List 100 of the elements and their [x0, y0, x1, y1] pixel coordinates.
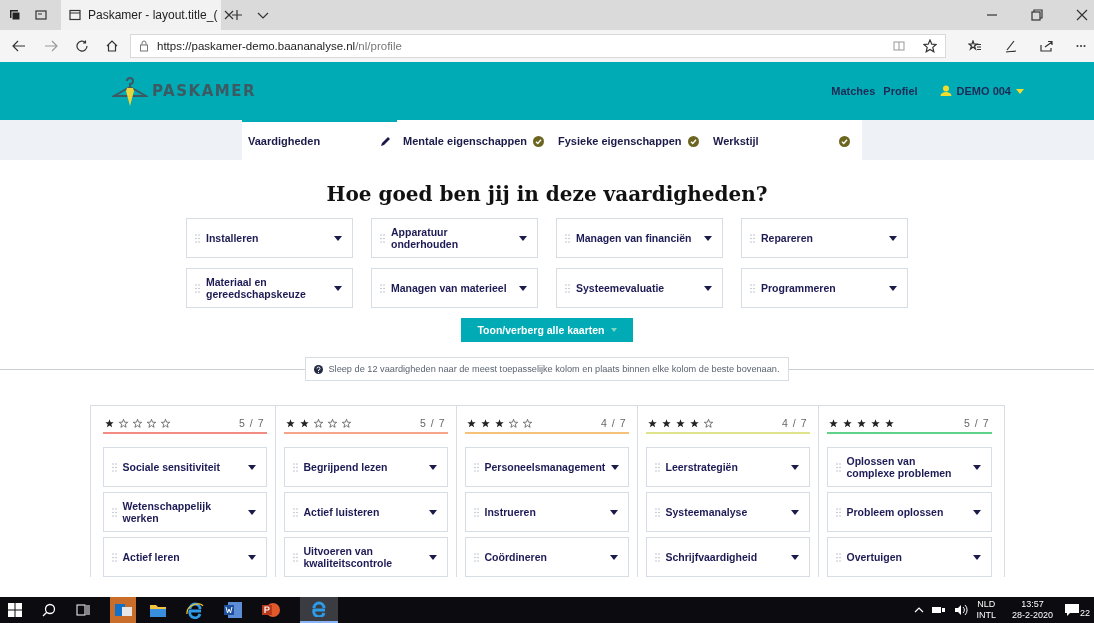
- notification-button[interactable]: 22: [1065, 602, 1090, 618]
- search-icon[interactable]: [42, 603, 56, 617]
- home-icon[interactable]: [106, 40, 118, 52]
- new-tab-icon[interactable]: [231, 9, 243, 21]
- close-icon[interactable]: [1076, 9, 1088, 21]
- url-text: https://paskamer-demo.baananalyse.nl/nl/profile: [157, 40, 402, 52]
- folder-icon[interactable]: [150, 603, 166, 617]
- caret-icon: [519, 285, 527, 291]
- skill-card[interactable]: Oplossen van complexe problemen: [826, 447, 992, 487]
- user-menu[interactable]: DEMO 004: [939, 85, 1024, 97]
- skill-card[interactable]: Wetenschappelijk werken: [102, 492, 267, 532]
- share-icon[interactable]: [1040, 40, 1054, 52]
- star-outline-icon: [341, 418, 351, 428]
- caret-icon: [790, 464, 799, 470]
- caret-icon: [609, 509, 618, 515]
- star-filled-icon: [675, 418, 685, 428]
- skill-card[interactable]: Managen van materieel: [371, 268, 538, 308]
- caret-icon: [428, 554, 437, 560]
- favorites-icon[interactable]: [968, 40, 982, 52]
- drag-handle-icon: [292, 507, 298, 517]
- skill-card[interactable]: Coördineren: [464, 537, 629, 577]
- skill-card[interactable]: Systeemanalyse: [645, 492, 810, 532]
- skill-card[interactable]: Overtuigen: [826, 537, 992, 577]
- step-tab[interactable]: Mentale eigenschappen: [397, 120, 552, 160]
- star-filled-icon: [104, 418, 114, 428]
- tabs-icon[interactable]: [9, 9, 21, 21]
- skill-card[interactable]: Installeren: [186, 218, 353, 258]
- hint-text: Sleep de 12 vaardigheden naar de meest toepasselijke kolom en plaats binnen elke kolom de beste bovenaan.: [328, 364, 780, 374]
- drag-handle-icon: [835, 552, 841, 562]
- taskbar-app[interactable]: [300, 597, 338, 623]
- skill-card[interactable]: Managen van financiën: [556, 218, 723, 258]
- chevron-up-icon[interactable]: [914, 607, 925, 613]
- drag-handle-icon: [654, 507, 660, 517]
- close-icon: [224, 10, 235, 20]
- column-count: 4 / 7: [782, 417, 808, 429]
- clock[interactable]: 13:57 28-2-2020: [1011, 599, 1053, 621]
- check-circle-icon: [687, 135, 699, 147]
- pen-icon[interactable]: [1004, 39, 1018, 53]
- skill-card[interactable]: Programmeren: [741, 268, 908, 308]
- drag-handle-icon: [195, 233, 200, 243]
- document-app-icon[interactable]: [224, 602, 242, 618]
- caret-icon: [1016, 88, 1024, 94]
- caret-icon: [247, 464, 256, 470]
- step-tab[interactable]: Vaardigheden: [242, 120, 397, 160]
- star-filled-icon: [856, 418, 866, 428]
- caret-icon: [704, 235, 712, 241]
- nav-link[interactable]: Matches: [831, 85, 876, 97]
- skill-card[interactable]: Probleem oplossen: [826, 492, 992, 532]
- drag-handle-icon: [835, 507, 841, 517]
- drag-handle-icon: [835, 462, 841, 472]
- skill-card[interactable]: Schrijfvaardigheid: [645, 537, 810, 577]
- check-circle-icon: [839, 135, 850, 147]
- skill-card[interactable]: Instrueren: [464, 492, 629, 532]
- restore-icon[interactable]: [1031, 9, 1043, 21]
- column-count: 5 / 7: [964, 417, 990, 429]
- skill-card[interactable]: Actief luisteren: [283, 492, 448, 532]
- slides-app-icon[interactable]: [262, 602, 280, 618]
- skill-card[interactable]: Uitvoeren van kwaliteitscontrole: [283, 537, 448, 577]
- skill-card[interactable]: Apparatuur onderhouden: [371, 218, 538, 258]
- mail-app-icon[interactable]: [110, 597, 136, 623]
- tab-title: Paskamer - layout.title_(: [88, 8, 218, 22]
- drag-handle-icon: [292, 552, 298, 562]
- browser-e-icon[interactable]: [186, 601, 204, 619]
- skill-card[interactable]: Begrijpend lezen: [283, 447, 448, 487]
- skill-card[interactable]: Leerstrategiën: [645, 447, 810, 487]
- star-filled-icon: [466, 418, 476, 428]
- star-filled-icon: [285, 418, 295, 428]
- skill-card[interactable]: Personeelsmanagement: [464, 447, 629, 487]
- star-icon[interactable]: [923, 39, 937, 53]
- star-filled-icon: [494, 418, 504, 428]
- star-filled-icon: [689, 418, 699, 428]
- task-view-icon[interactable]: [76, 603, 90, 617]
- network-icon[interactable]: [932, 605, 947, 615]
- notification-count: 22: [1080, 608, 1090, 618]
- drag-handle-icon: [565, 233, 570, 243]
- drag-handle-icon: [111, 507, 117, 517]
- windows-icon[interactable]: [8, 603, 22, 617]
- column-count: 5 / 7: [420, 417, 446, 429]
- skill-card[interactable]: Sociale sensitiviteit: [102, 447, 267, 487]
- forward-icon[interactable]: [44, 40, 58, 52]
- pencil-icon: [380, 135, 391, 147]
- caret-icon: [428, 464, 437, 470]
- more-icon[interactable]: [1076, 44, 1086, 48]
- back-icon[interactable]: [12, 40, 26, 52]
- skill-card[interactable]: Systeemevaluatie: [556, 268, 723, 308]
- step-tab[interactable]: Fysieke eigenschappen: [552, 120, 707, 160]
- tab-preview-icon[interactable]: [35, 9, 47, 21]
- language-indicator[interactable]: NLD INTL: [976, 599, 996, 621]
- star-filled-icon: [828, 418, 838, 428]
- refresh-icon[interactable]: [76, 40, 88, 52]
- caret-icon: [247, 554, 256, 560]
- skill-card[interactable]: Repareren: [741, 218, 908, 258]
- nav-link[interactable]: Profiel: [883, 85, 918, 97]
- skill-card[interactable]: Materiaal en gereedschapskeuze: [186, 268, 353, 308]
- skill-card[interactable]: Actief leren: [102, 537, 267, 577]
- step-tab[interactable]: Werkstijl: [707, 120, 862, 160]
- star-outline-icon: [146, 418, 156, 428]
- volume-icon[interactable]: [954, 604, 969, 616]
- address-field[interactable]: https://paskamer-demo.baananalyse.nl/nl/profile: [130, 34, 946, 58]
- caret-icon: [428, 509, 437, 515]
